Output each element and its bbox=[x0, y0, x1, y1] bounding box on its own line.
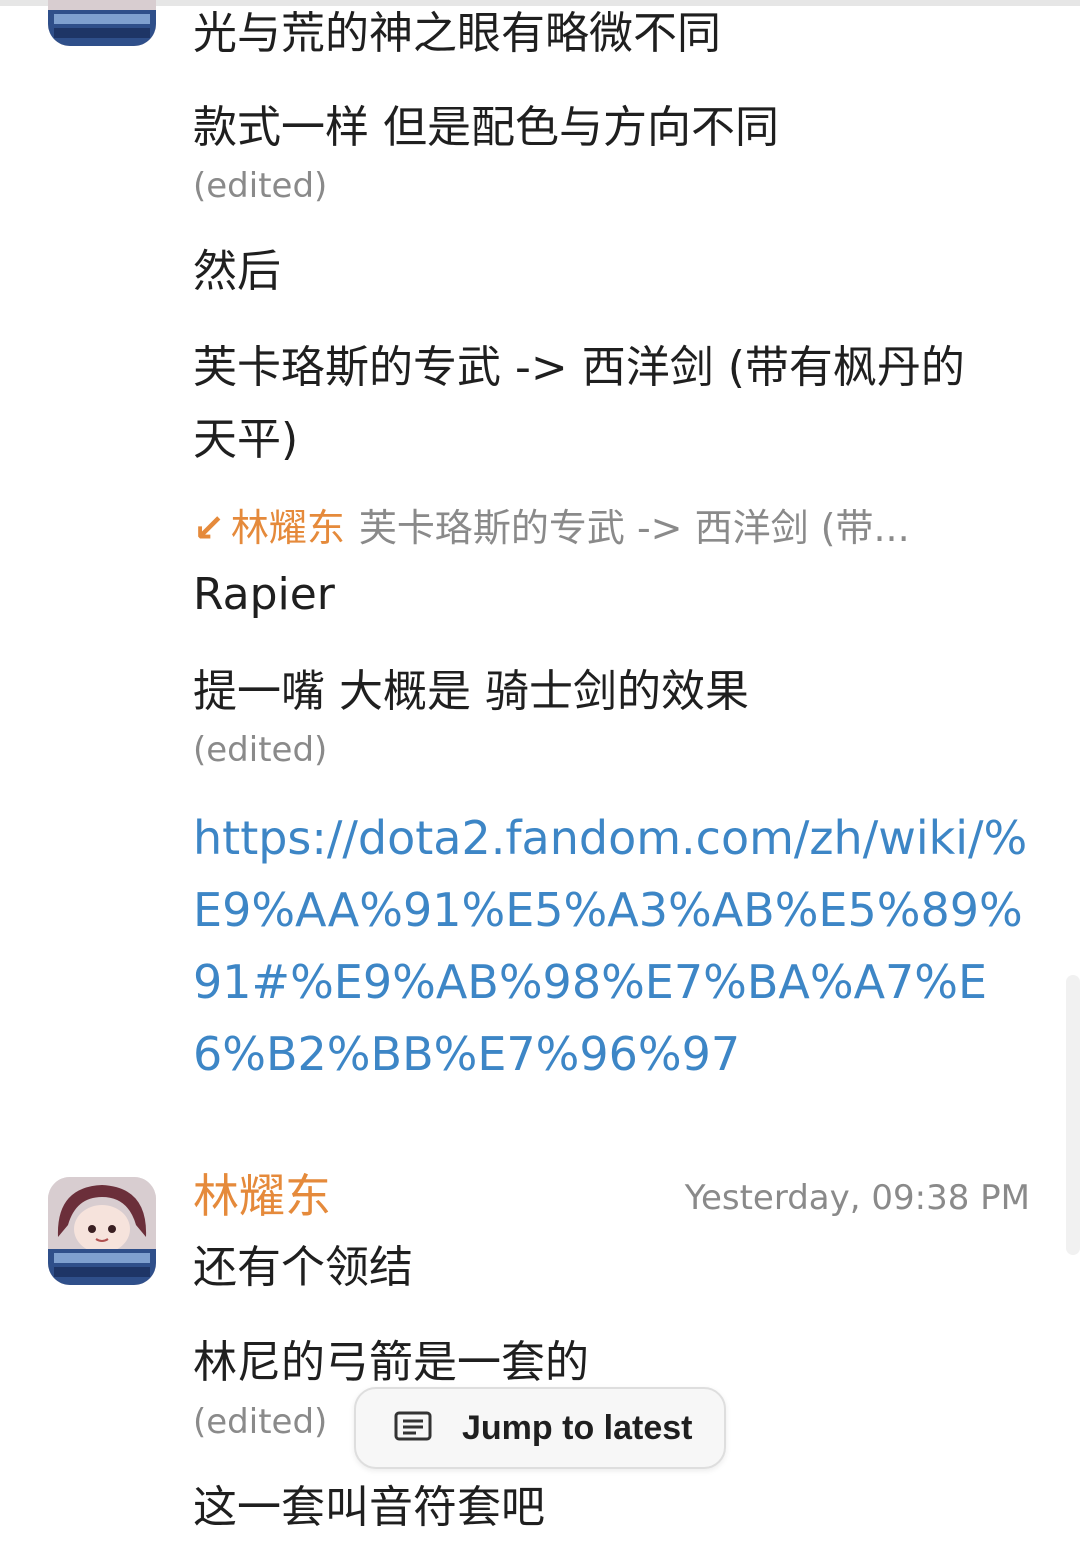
message-text: 款式一样 但是配色与方向不同 bbox=[193, 102, 779, 153]
message-list-icon bbox=[394, 1411, 432, 1441]
avatar[interactable] bbox=[48, 0, 156, 46]
message-timestamp: Yesterday, 09:38 PM bbox=[684, 1178, 1030, 1218]
message-text: 芙卡珞斯的专武 -> 西洋剑 (带有枫丹的 bbox=[193, 342, 965, 393]
message-text: 还有个领结 bbox=[193, 1242, 413, 1293]
message-text: 然后 bbox=[193, 246, 281, 297]
jump-to-latest-button[interactable]: Jump to latest bbox=[354, 1387, 726, 1469]
avatar-image bbox=[48, 1177, 156, 1285]
avatar-image bbox=[48, 0, 156, 46]
reply-quote-text: 芙卡珞斯的专武 -> 西洋剑 (带... bbox=[358, 506, 910, 550]
message-text: 这一套叫音符套吧 bbox=[193, 1482, 545, 1533]
reply-arrow-icon: ↙ bbox=[193, 506, 225, 550]
message-text: 光与荒的神之眼有略微不同 bbox=[193, 8, 721, 59]
message-text: 林尼的弓箭是一套的 bbox=[193, 1337, 589, 1388]
message-text: Rapier bbox=[193, 569, 335, 620]
avatar[interactable] bbox=[48, 1177, 156, 1285]
reply-author: 林耀东 bbox=[230, 506, 345, 550]
message-text: 天平) bbox=[193, 414, 299, 465]
jump-to-latest-label: Jump to latest bbox=[462, 1408, 693, 1447]
edited-label: (edited) bbox=[193, 1402, 328, 1442]
scrollbar[interactable] bbox=[1066, 975, 1080, 1255]
edited-label: (edited) bbox=[193, 166, 328, 206]
message-link[interactable]: https://dota2.fandom.com/zh/wiki/%E9%AA%… bbox=[193, 802, 1038, 1090]
message-text: 提一嘴 大概是 骑士剑的效果 bbox=[193, 666, 749, 717]
edited-label: (edited) bbox=[193, 730, 328, 770]
message-author[interactable]: 林耀东 bbox=[193, 1166, 331, 1226]
reply-quote[interactable]: ↙ 林耀东 芙卡珞斯的专武 -> 西洋剑 (带... bbox=[193, 504, 910, 552]
